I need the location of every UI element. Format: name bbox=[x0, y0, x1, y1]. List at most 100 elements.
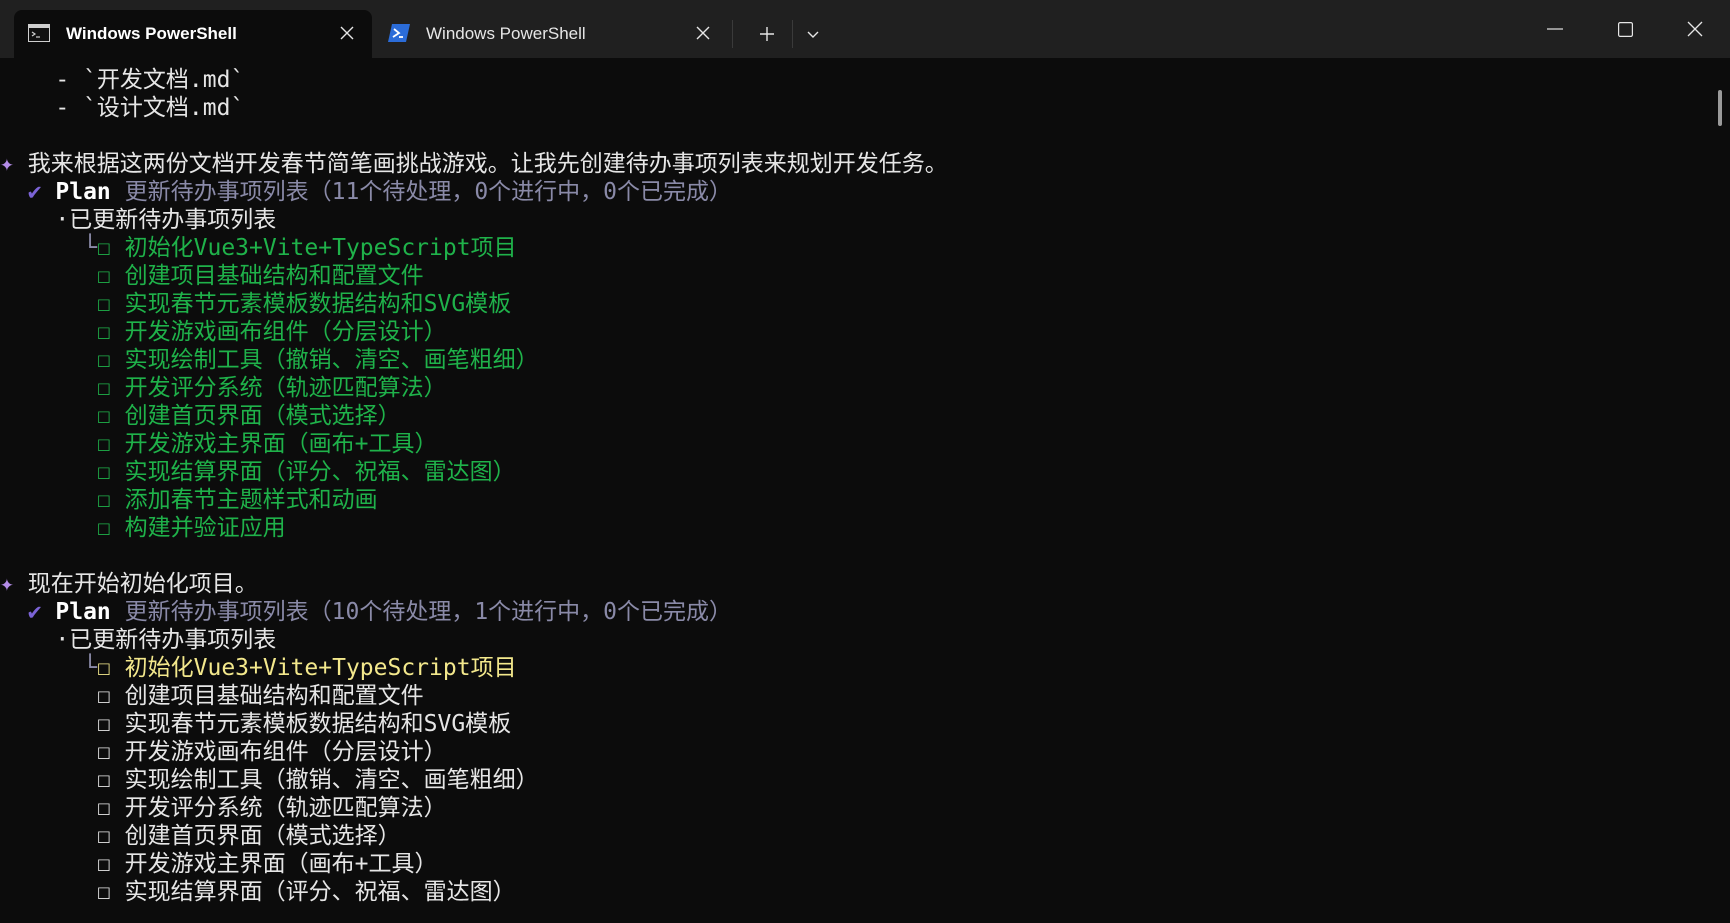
tree-branch bbox=[0, 375, 97, 401]
terminal-line: ☐ 添加春节主题样式和动画 bbox=[0, 486, 378, 514]
tree-branch: └ bbox=[0, 655, 97, 681]
minimize-icon bbox=[1547, 28, 1563, 30]
terminal-line: ·已更新待办事项列表 bbox=[0, 626, 276, 654]
terminal-line-text: ☐ 开发游戏主界面（画布+工具） bbox=[96, 431, 438, 457]
new-tab-button[interactable] bbox=[747, 14, 787, 54]
tree-branch bbox=[0, 403, 97, 429]
terminal-line: ☐ 创建项目基础结构和配置文件 bbox=[0, 262, 424, 290]
sparkle-icon: ✦ bbox=[0, 151, 28, 177]
terminal-icon bbox=[28, 24, 50, 42]
terminal-line: └☐ 初始化Vue3+Vite+TypeScript项目 bbox=[0, 654, 517, 682]
terminal-line-text: ☐ 实现春节元素模板数据结构和SVG模板 bbox=[96, 711, 512, 737]
close-tab-icon[interactable] bbox=[692, 22, 714, 44]
powershell-icon bbox=[388, 24, 410, 42]
plan-label: Plan bbox=[55, 599, 111, 625]
tree-branch bbox=[0, 739, 97, 765]
tree-branch bbox=[0, 795, 97, 821]
terminal-line-text: ☐ 添加春节主题样式和动画 bbox=[96, 487, 378, 513]
tab-dropdown-button[interactable] bbox=[793, 14, 833, 54]
terminal-line: ✦ 我来根据这两份文档开发春节简笔画挑战游戏。让我先创建待办事项列表来规划开发任… bbox=[0, 150, 948, 178]
tree-branch: └ bbox=[0, 235, 97, 261]
terminal-line: - `开发文档.md` bbox=[0, 66, 244, 94]
tree-branch bbox=[0, 683, 97, 709]
tree-branch bbox=[0, 487, 97, 513]
tree-branch bbox=[0, 711, 97, 737]
terminal-line-text: ·已更新待办事项列表 bbox=[0, 207, 277, 233]
terminal-line: ☐ 开发游戏画布组件（分层设计） bbox=[0, 738, 447, 766]
terminal-line-text: 更新待办事项列表（11个待处理，0个进行中，0个已完成） bbox=[110, 179, 733, 205]
terminal-line: ·已更新待办事项列表 bbox=[0, 206, 276, 234]
checkmark-icon: ✔ bbox=[0, 179, 56, 205]
tab-label: Windows PowerShell bbox=[66, 24, 237, 43]
tree-branch bbox=[0, 291, 97, 317]
terminal-line: ☐ 创建首页界面（模式选择） bbox=[0, 402, 401, 430]
terminal-line-text: 更新待办事项列表（10个待处理，1个进行中，0个已完成） bbox=[110, 599, 733, 625]
scrollbar-thumb[interactable] bbox=[1718, 90, 1722, 126]
plan-label: Plan bbox=[55, 179, 111, 205]
sparkle-icon: ✦ bbox=[0, 571, 28, 597]
terminal-line: ☐ 创建项目基础结构和配置文件 bbox=[0, 682, 424, 710]
terminal-line-text: 现在开始初始化项目。 bbox=[27, 571, 258, 597]
terminal-line-text: ☐ 开发游戏画布组件（分层设计） bbox=[96, 739, 447, 765]
terminal-line: ☐ 开发游戏画布组件（分层设计） bbox=[0, 318, 447, 346]
terminal-line: ☐ 创建首页界面（模式选择） bbox=[0, 822, 401, 850]
tab-windows-powershell-2[interactable]: Windows PowerShell bbox=[374, 10, 728, 58]
terminal-output[interactable]: - `开发文档.md` - `设计文档.md` ✦ 我来根据这两份文档开发春节简笔… bbox=[0, 58, 1710, 923]
close-icon bbox=[1687, 21, 1703, 37]
terminal-line: ☐ 实现结算界面（评分、祝福、雷达图） bbox=[0, 458, 516, 486]
terminal-line: ✔ Plan 更新待办事项列表（11个待处理，0个进行中，0个已完成） bbox=[0, 178, 732, 206]
tab-label: Windows PowerShell bbox=[426, 24, 586, 43]
plus-icon bbox=[760, 27, 774, 41]
terminal-line-text: - `开发文档.md` bbox=[0, 67, 245, 93]
tree-branch bbox=[0, 459, 97, 485]
close-tab-icon[interactable] bbox=[336, 22, 358, 44]
tree-branch bbox=[0, 347, 97, 373]
terminal-line: ✦ 现在开始初始化项目。 bbox=[0, 570, 258, 598]
terminal-line-text: ☐ 开发游戏主界面（画布+工具） bbox=[96, 851, 438, 877]
terminal-line: ☐ 实现结算界面（评分、祝福、雷达图） bbox=[0, 878, 516, 906]
minimize-button[interactable] bbox=[1520, 0, 1590, 58]
terminal-line: └☐ 初始化Vue3+Vite+TypeScript项目 bbox=[0, 234, 517, 262]
tab-windows-powershell-1[interactable]: Windows PowerShell bbox=[14, 10, 372, 58]
terminal-line-text: ☐ 创建首页界面（模式选择） bbox=[96, 403, 401, 429]
terminal-line-text: ☐ 开发游戏画布组件（分层设计） bbox=[96, 319, 447, 345]
terminal-line-text: ☐ 实现绘制工具（撤销、清空、画笔粗细） bbox=[96, 347, 539, 373]
terminal-line-text: ☐ 实现绘制工具（撤销、清空、画笔粗细） bbox=[96, 767, 539, 793]
terminal-line: ☐ 实现绘制工具（撤销、清空、画笔粗细） bbox=[0, 346, 539, 374]
terminal-line: ☐ 开发游戏主界面（画布+工具） bbox=[0, 850, 438, 878]
tree-branch bbox=[0, 823, 97, 849]
terminal-line-text: ☐ 开发评分系统（轨迹匹配算法） bbox=[96, 375, 447, 401]
terminal-line-text: 我来根据这两份文档开发春节简笔画挑战游戏。让我先创建待办事项列表来规划开发任务。 bbox=[27, 151, 948, 177]
terminal-line-text: ·已更新待办事项列表 bbox=[0, 627, 277, 653]
terminal-line: ☐ 开发评分系统（轨迹匹配算法） bbox=[0, 374, 447, 402]
terminal-line: ☐ 开发评分系统（轨迹匹配算法） bbox=[0, 794, 447, 822]
terminal-line-text: ☐ 初始化Vue3+Vite+TypeScript项目 bbox=[96, 235, 517, 261]
tree-branch bbox=[0, 515, 97, 541]
tree-branch bbox=[0, 431, 97, 457]
terminal-line: ☐ 开发游戏主界面（画布+工具） bbox=[0, 430, 438, 458]
terminal-line: ☐ 实现绘制工具（撤销、清空、画笔粗细） bbox=[0, 766, 539, 794]
checkmark-icon: ✔ bbox=[0, 599, 56, 625]
terminal-line-text: ☐ 实现结算界面（评分、祝福、雷达图） bbox=[96, 879, 516, 905]
terminal-line-text: - `设计文档.md` bbox=[0, 95, 245, 121]
tab-separator bbox=[732, 20, 733, 48]
terminal-line-text: ☐ 构建并验证应用 bbox=[96, 515, 286, 541]
close-window-button[interactable] bbox=[1660, 0, 1730, 58]
terminal-line-text: ☐ 创建首页界面（模式选择） bbox=[96, 823, 401, 849]
chevron-down-icon bbox=[807, 31, 819, 38]
tree-branch bbox=[0, 879, 97, 905]
terminal-line: ☐ 实现春节元素模板数据结构和SVG模板 bbox=[0, 710, 511, 738]
tree-branch bbox=[0, 319, 97, 345]
maximize-button[interactable] bbox=[1590, 0, 1660, 58]
terminal-line-text: ☐ 创建项目基础结构和配置文件 bbox=[96, 263, 424, 289]
terminal-line-text: ☐ 创建项目基础结构和配置文件 bbox=[96, 683, 424, 709]
tree-branch bbox=[0, 263, 97, 289]
terminal-line: - `设计文档.md` bbox=[0, 94, 244, 122]
terminal-line-text: ☐ 实现结算界面（评分、祝福、雷达图） bbox=[96, 459, 516, 485]
maximize-icon bbox=[1617, 21, 1633, 37]
scrollbar[interactable] bbox=[1710, 58, 1730, 923]
tree-branch bbox=[0, 767, 97, 793]
terminal-line: ☐ 实现春节元素模板数据结构和SVG模板 bbox=[0, 290, 511, 318]
terminal-line: ✔ Plan 更新待办事项列表（10个待处理，1个进行中，0个已完成） bbox=[0, 598, 732, 626]
terminal-line-text: ☐ 初始化Vue3+Vite+TypeScript项目 bbox=[96, 655, 517, 681]
